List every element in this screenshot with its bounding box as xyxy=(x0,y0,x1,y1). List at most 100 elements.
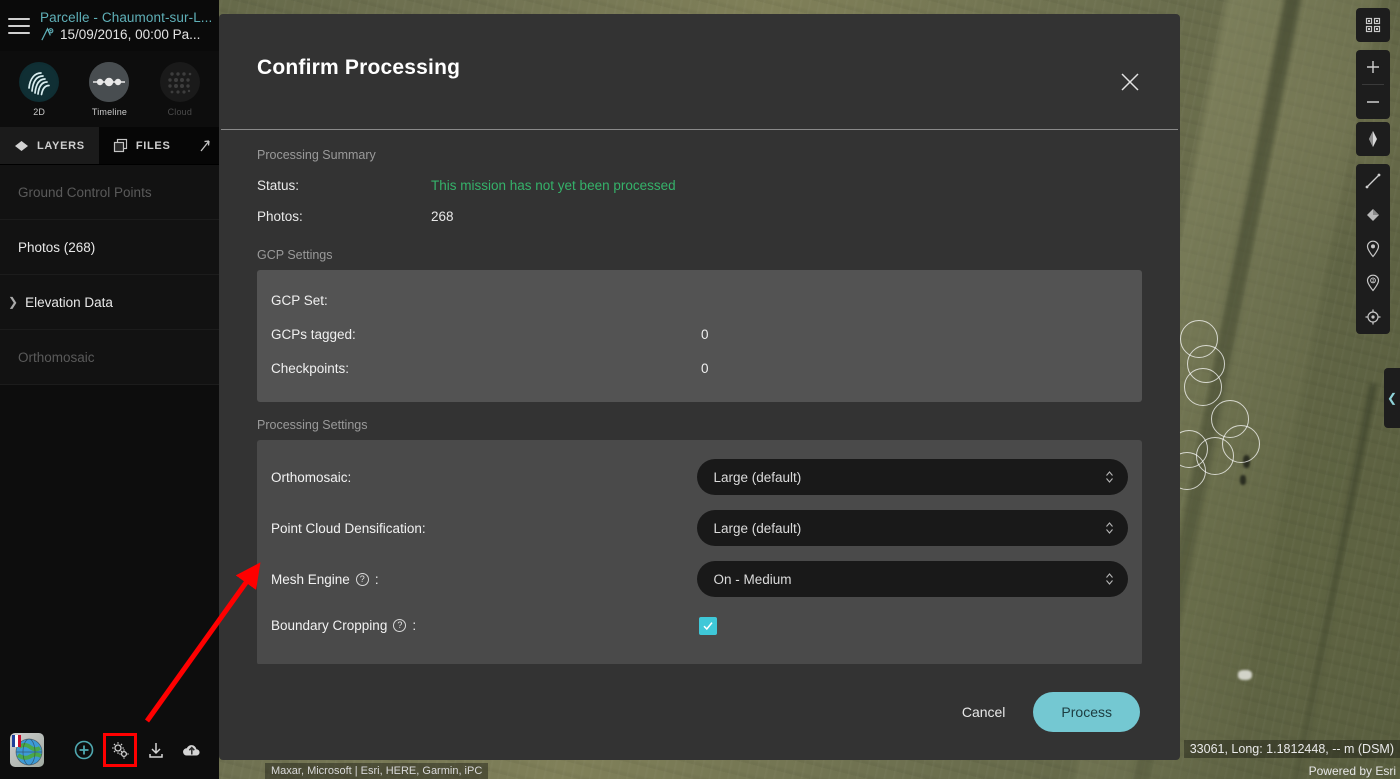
basemap-globe-button[interactable] xyxy=(10,733,44,767)
numbered-pin-button[interactable]: 3 xyxy=(1356,266,1390,300)
gcp-row-checkpoints: Checkpoints: 0 xyxy=(271,352,1128,386)
help-question-icon[interactable]: ? xyxy=(393,619,407,633)
map-toolbar-measure[interactable]: 3 xyxy=(1356,164,1390,334)
status-value: This mission has not yet been processed xyxy=(431,177,676,193)
point-cloud-densification-select[interactable]: Large (default) xyxy=(697,510,1128,547)
mesh-engine-colon: : xyxy=(374,571,379,587)
grid-icon xyxy=(1365,17,1381,33)
project-title[interactable]: Parcelle - Chaumont-sur-L... xyxy=(40,10,212,25)
hamburger-menu-icon[interactable] xyxy=(8,17,30,34)
measure-volume-button[interactable] xyxy=(1356,198,1390,232)
close-x-icon[interactable] xyxy=(1118,70,1142,94)
help-question-icon[interactable]: ? xyxy=(355,572,369,586)
processing-summary-label: Processing Summary xyxy=(257,147,376,162)
dialog-footer: Cancel Process xyxy=(219,664,1180,760)
ruler-line-icon xyxy=(1365,173,1381,189)
measure-distance-button[interactable] xyxy=(1356,164,1390,198)
layer-label: Ground Control Points xyxy=(18,184,152,200)
photo-footprint xyxy=(1184,368,1222,406)
mesh-engine-select-value: On - Medium xyxy=(713,571,792,587)
layer-label: Orthomosaic xyxy=(18,349,95,365)
gcp-settings-card: GCP Set: GCPs tagged: 0 Checkpoints: 0 xyxy=(257,269,1142,402)
boundary-cropping-checkbox[interactable] xyxy=(699,616,717,635)
mission-flightpath-icon xyxy=(41,26,54,40)
zoom-in-button[interactable] xyxy=(1356,50,1390,84)
zoom-out-button[interactable] xyxy=(1356,85,1390,119)
tab-layers[interactable]: LAYERS xyxy=(0,127,99,164)
checkpoints-key: Checkpoints: xyxy=(271,361,350,377)
map-attribution: Maxar, Microsoft | Esri, HERE, Garmin, i… xyxy=(265,763,489,779)
mode-2d[interactable]: 2D xyxy=(4,61,74,117)
map-object xyxy=(1238,670,1252,680)
summary-row-status: Status: This mission has not yet been pr… xyxy=(257,170,1142,201)
setting-row-boundary-cropping: Boundary Cropping ? : xyxy=(257,605,1142,647)
view-mode-row: 2D Timeline Cloud xyxy=(0,51,219,127)
download-icon xyxy=(149,743,163,758)
layer-list: Ground Control Points Photos (268) ❯ Ele… xyxy=(0,165,219,385)
minus-icon xyxy=(1367,101,1379,103)
tab-layers-label: LAYERS xyxy=(37,139,85,152)
project-info: Parcelle - Chaumont-sur-L... 15/09/2016,… xyxy=(40,10,212,42)
layer-label: Elevation Data xyxy=(25,294,113,310)
app-root: 3 ❮ Maxar, Microsoft | Esri, HERE, Garmi… xyxy=(0,0,1400,779)
boundary-cropping-label-text: Boundary Cropping xyxy=(271,618,388,634)
compass-north-button[interactable] xyxy=(1356,122,1390,156)
boundary-cropping-colon: : xyxy=(412,618,417,634)
photos-key: Photos: xyxy=(257,208,303,224)
map-sidepanel-toggle[interactable]: ❮ xyxy=(1384,368,1400,428)
target-locate-button[interactable] xyxy=(1356,300,1390,334)
gcp-set-key: GCP Set: xyxy=(271,293,328,309)
mode-timeline[interactable]: Timeline xyxy=(74,61,144,117)
photos-value: 268 xyxy=(431,208,454,224)
map-pin-icon xyxy=(1366,240,1380,258)
orthomosaic-select[interactable]: Large (default) xyxy=(697,459,1128,496)
point-cloud-densification-label-text: Point Cloud Densification: xyxy=(271,520,426,536)
mesh-engine-label-text: Mesh Engine xyxy=(271,571,350,587)
checkmark-icon xyxy=(703,622,713,631)
mesh-engine-select[interactable]: On - Medium xyxy=(697,561,1128,598)
sidebar-tabs: LAYERS FILES ME xyxy=(0,127,239,165)
crosshair-target-icon xyxy=(1365,309,1381,325)
chevron-updown-icon xyxy=(1105,572,1114,586)
processing-settings-card: Orthomosaic: Large (default) Point Cloud… xyxy=(257,439,1142,664)
basemap-grid-button[interactable] xyxy=(1356,8,1390,42)
tab-files-label: FILES xyxy=(135,139,171,152)
upload-cloud-button[interactable] xyxy=(181,739,203,761)
mode-2d-label: 2D xyxy=(33,106,46,117)
mode-timeline-label: Timeline xyxy=(91,106,128,117)
process-gear-button[interactable] xyxy=(103,733,137,767)
mission-datetime: 15/09/2016, 00:00 Pa... xyxy=(60,26,201,42)
layers-diamond-icon xyxy=(15,140,28,151)
layer-item-orthomosaic[interactable]: Orthomosaic xyxy=(0,330,219,385)
volume-diamond-icon xyxy=(1367,209,1379,221)
fingerprint-2d-icon xyxy=(19,61,60,102)
gcp-row-set: GCP Set: xyxy=(271,284,1128,318)
chevron-left-icon: ❮ xyxy=(1386,391,1398,405)
orthomosaic-label-text: Orthomosaic: xyxy=(271,469,352,485)
map-object xyxy=(1240,475,1246,485)
point-cloud-icon xyxy=(159,61,200,102)
processing-settings-label: Processing Settings xyxy=(257,417,368,432)
map-toolbar-compass[interactable] xyxy=(1356,122,1390,156)
gcps-tagged-value: 0 xyxy=(701,327,709,343)
tab-files[interactable]: FILES xyxy=(99,127,185,164)
cancel-button[interactable]: Cancel xyxy=(962,704,1006,720)
gcp-settings-label: GCP Settings xyxy=(257,247,333,262)
download-button[interactable] xyxy=(145,739,167,761)
chevron-right-icon[interactable]: ❯ xyxy=(8,295,18,309)
map-toolbar-basemap[interactable] xyxy=(1356,8,1390,42)
marker-pin-button[interactable] xyxy=(1356,232,1390,266)
layer-item-elevation-data[interactable]: ❯ Elevation Data xyxy=(0,275,219,330)
add-layer-button[interactable] xyxy=(73,739,95,761)
status-key: Status: xyxy=(257,177,300,193)
mode-cloud[interactable]: Cloud xyxy=(145,61,215,117)
point-cloud-densification-select-value: Large (default) xyxy=(713,520,802,536)
dialog-body: Processing Summary Status: This mission … xyxy=(219,130,1180,664)
layer-item-photos[interactable]: Photos (268) xyxy=(0,220,219,275)
orthomosaic-label: Orthomosaic: xyxy=(271,470,697,485)
layer-item-ground-control-points[interactable]: Ground Control Points xyxy=(0,165,219,220)
map-toolbar-zoom[interactable] xyxy=(1356,50,1390,119)
process-button[interactable]: Process xyxy=(1033,692,1140,732)
left-sidebar: Parcelle - Chaumont-sur-L... 15/09/2016,… xyxy=(0,0,239,779)
gears-icon xyxy=(111,741,129,759)
